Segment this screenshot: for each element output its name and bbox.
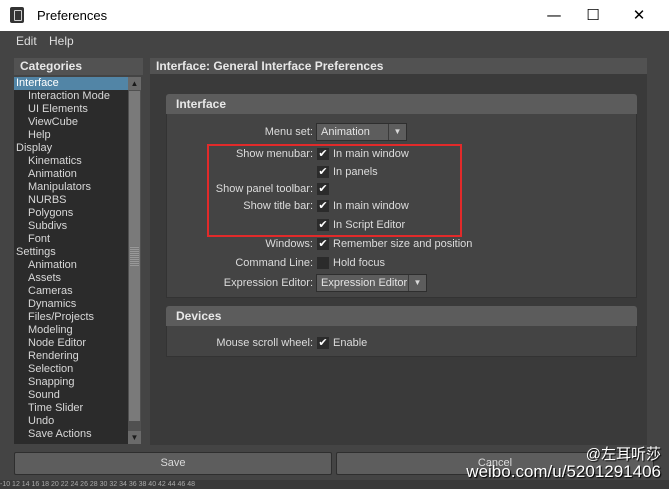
menu-bar: Edit Help	[0, 31, 669, 52]
category-item-dynamics[interactable]: Dynamics	[14, 298, 128, 311]
scrollbar-thumb[interactable]	[129, 91, 140, 421]
command-line-label: Command Line:	[235, 257, 313, 269]
category-item-nurbs[interactable]: NURBS	[14, 194, 128, 207]
menu-set-dropdown[interactable]: Animation ▼	[316, 123, 407, 141]
menu-help[interactable]: Help	[49, 34, 74, 48]
save-button[interactable]: Save	[14, 452, 332, 475]
expression-editor-label: Expression Editor:	[223, 277, 313, 289]
maya-app-icon	[10, 7, 24, 23]
window-title: Preferences	[37, 8, 108, 23]
category-item-modeling[interactable]: Modeling	[14, 324, 128, 337]
category-item-interaction-mode[interactable]: Interaction Mode	[14, 90, 128, 103]
close-button[interactable]: ✕	[616, 0, 662, 31]
expression-editor-value: Expression Editor	[321, 277, 408, 289]
command-line-hold-focus-label: Hold focus	[333, 257, 385, 269]
preferences-window: Preferences — ☐ ✕ Edit Help Categories I…	[0, 0, 669, 489]
category-item-ui-elements[interactable]: UI Elements	[14, 103, 128, 116]
category-item-rendering[interactable]: Rendering	[14, 350, 128, 363]
mouse-scroll-wheel-checkbox[interactable]: ✔	[317, 337, 329, 349]
category-item-viewcube[interactable]: ViewCube	[14, 116, 128, 129]
expression-editor-dropdown[interactable]: Expression Editor ▼	[316, 274, 427, 292]
watermark-handle: @左耳听莎	[585, 446, 661, 463]
menu-set-label: Menu set:	[264, 126, 313, 138]
scroll-grip-icon	[130, 246, 139, 266]
menu-set-value: Animation	[321, 126, 370, 138]
chevron-down-icon: ▼	[408, 275, 426, 291]
command-line-hold-focus-checkbox[interactable]	[317, 257, 329, 269]
category-item-settings[interactable]: Settings	[14, 246, 128, 259]
category-item-files-projects[interactable]: Files/Projects	[14, 311, 128, 324]
category-item-animation[interactable]: Animation	[14, 259, 128, 272]
category-item-selection[interactable]: Selection	[14, 363, 128, 376]
category-item-subdivs[interactable]: Subdivs	[14, 220, 128, 233]
devices-section-header[interactable]: Devices	[166, 306, 637, 326]
category-item-kinematics[interactable]: Kinematics	[14, 155, 128, 168]
maximize-button[interactable]: ☐	[570, 0, 616, 31]
red-annotation-box	[207, 144, 462, 237]
category-item-undo[interactable]: Undo	[14, 415, 128, 428]
scroll-down-icon[interactable]: ▼	[128, 431, 141, 444]
menu-edit[interactable]: Edit	[16, 34, 37, 48]
mouse-scroll-wheel-enable-label: Enable	[333, 337, 368, 349]
watermark-url: weibo.com/u/5201291406	[466, 462, 661, 481]
category-item-font[interactable]: Font	[14, 233, 128, 246]
mouse-scroll-wheel-label: Mouse scroll wheel:	[216, 337, 313, 349]
category-item-polygons[interactable]: Polygons	[14, 207, 128, 220]
windows-remember-label: Remember size and position	[333, 238, 473, 250]
interface-section-header[interactable]: Interface	[166, 94, 637, 114]
category-item-display[interactable]: Display	[14, 142, 128, 155]
category-item-animation[interactable]: Animation	[14, 168, 128, 181]
page-title: Interface: General Interface Preferences	[150, 58, 647, 75]
category-item-save-actions[interactable]: Save Actions	[14, 428, 128, 441]
windows-remember-checkbox[interactable]: ✔	[317, 238, 329, 250]
windows-label: Windows:	[265, 238, 313, 250]
category-item-interface[interactable]: Interface	[14, 77, 128, 90]
categories-list[interactable]: Interface Interaction Mode UI Elements View…	[14, 77, 128, 444]
category-item-node-editor[interactable]: Node Editor	[14, 337, 128, 350]
category-item-assets[interactable]: Assets	[14, 272, 128, 285]
category-item-snapping[interactable]: Snapping	[14, 376, 128, 389]
category-item-manipulators[interactable]: Manipulators	[14, 181, 128, 194]
title-bar: Preferences — ☐ ✕	[0, 0, 669, 31]
category-item-help[interactable]: Help	[14, 129, 128, 142]
category-item-cameras[interactable]: Cameras	[14, 285, 128, 298]
category-item-time-slider[interactable]: Time Slider	[14, 402, 128, 415]
categories-header: Categories	[14, 58, 143, 75]
scroll-up-icon[interactable]: ▲	[128, 77, 141, 90]
categories-scrollbar[interactable]: ▲ ▼	[128, 77, 141, 444]
chevron-down-icon: ▼	[388, 124, 406, 140]
category-item-sound[interactable]: Sound	[14, 389, 128, 402]
